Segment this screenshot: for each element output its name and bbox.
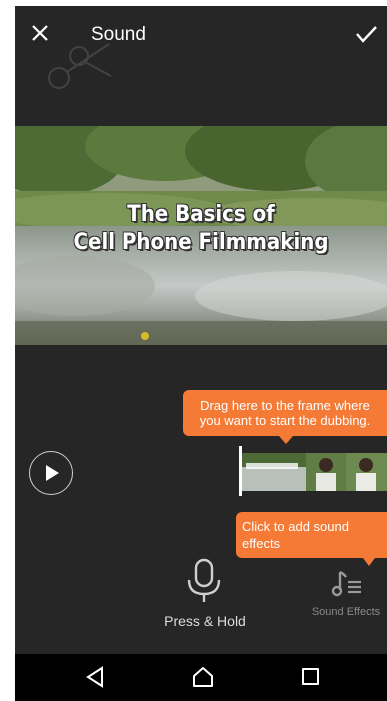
header-bar: Sound [15,6,387,89]
video-title-line2: Cell Phone Filmmaking [73,230,329,255]
confirm-button[interactable] [353,22,379,46]
video-timeline-strip[interactable] [240,453,387,491]
music-note-list-icon [331,570,361,597]
microphone-icon [187,558,221,602]
close-button[interactable] [27,20,53,46]
video-preview[interactable]: The Basics of Cell Phone Filmmaking [15,126,387,345]
record-voice-button[interactable] [180,558,228,604]
sound-effects-label: Sound Effects [311,606,381,618]
play-icon [46,465,59,481]
timeline-playhead[interactable] [239,446,242,496]
checkmark-icon [356,26,377,43]
close-icon [32,25,48,41]
back-triangle-icon[interactable] [85,666,105,688]
timeline-thumbnail [306,453,346,491]
timeline-thumbnail [240,453,306,491]
drag-tooltip[interactable]: Drag here to the frame where you want to… [183,390,387,444]
sound-effects-tooltip[interactable]: Click to add sound effects [236,512,387,566]
recent-apps-icon[interactable] [302,668,319,685]
video-title-line1: The Basics of [127,202,275,227]
page-title: Sound [91,24,146,45]
video-title-overlay: The Basics of Cell Phone Filmmaking [34,201,369,257]
android-navigation-bar [15,654,387,701]
press-hold-label: Press & Hold [164,613,246,629]
timeline-thumbnail [346,453,387,491]
home-icon[interactable] [191,666,215,688]
sound-editor-screen: Sound The Basics of Cell Phone Filmmakin… [15,6,387,701]
play-button[interactable] [29,451,73,495]
